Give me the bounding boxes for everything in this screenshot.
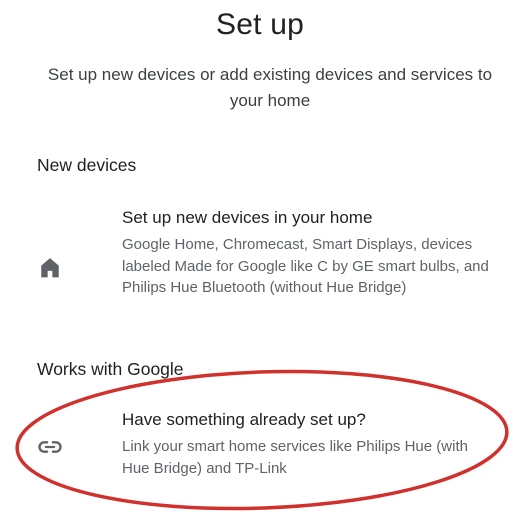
set-up-new-devices-description: Google Home, Chromecast, Smart Displays,… bbox=[122, 236, 489, 296]
link-existing-services-item[interactable]: Have something already set up? Link your… bbox=[0, 410, 520, 488]
page-title: Set up bbox=[216, 8, 304, 41]
section-heading-works-with-google: Works with Google bbox=[37, 359, 184, 379]
set-up-new-devices-item[interactable]: Set up new devices in your home Google H… bbox=[0, 208, 520, 328]
section-heading-new-devices: New devices bbox=[37, 155, 137, 175]
set-up-new-devices-title: Set up new devices in your home bbox=[122, 208, 373, 227]
link-existing-services-description: Link your smart home services like Phili… bbox=[122, 438, 468, 477]
link-existing-services-title: Have something already set up? bbox=[122, 410, 366, 429]
link-icon bbox=[36, 433, 64, 461]
page-subtitle: Set up new devices or add existing devic… bbox=[47, 65, 493, 110]
home-icon bbox=[36, 254, 64, 282]
